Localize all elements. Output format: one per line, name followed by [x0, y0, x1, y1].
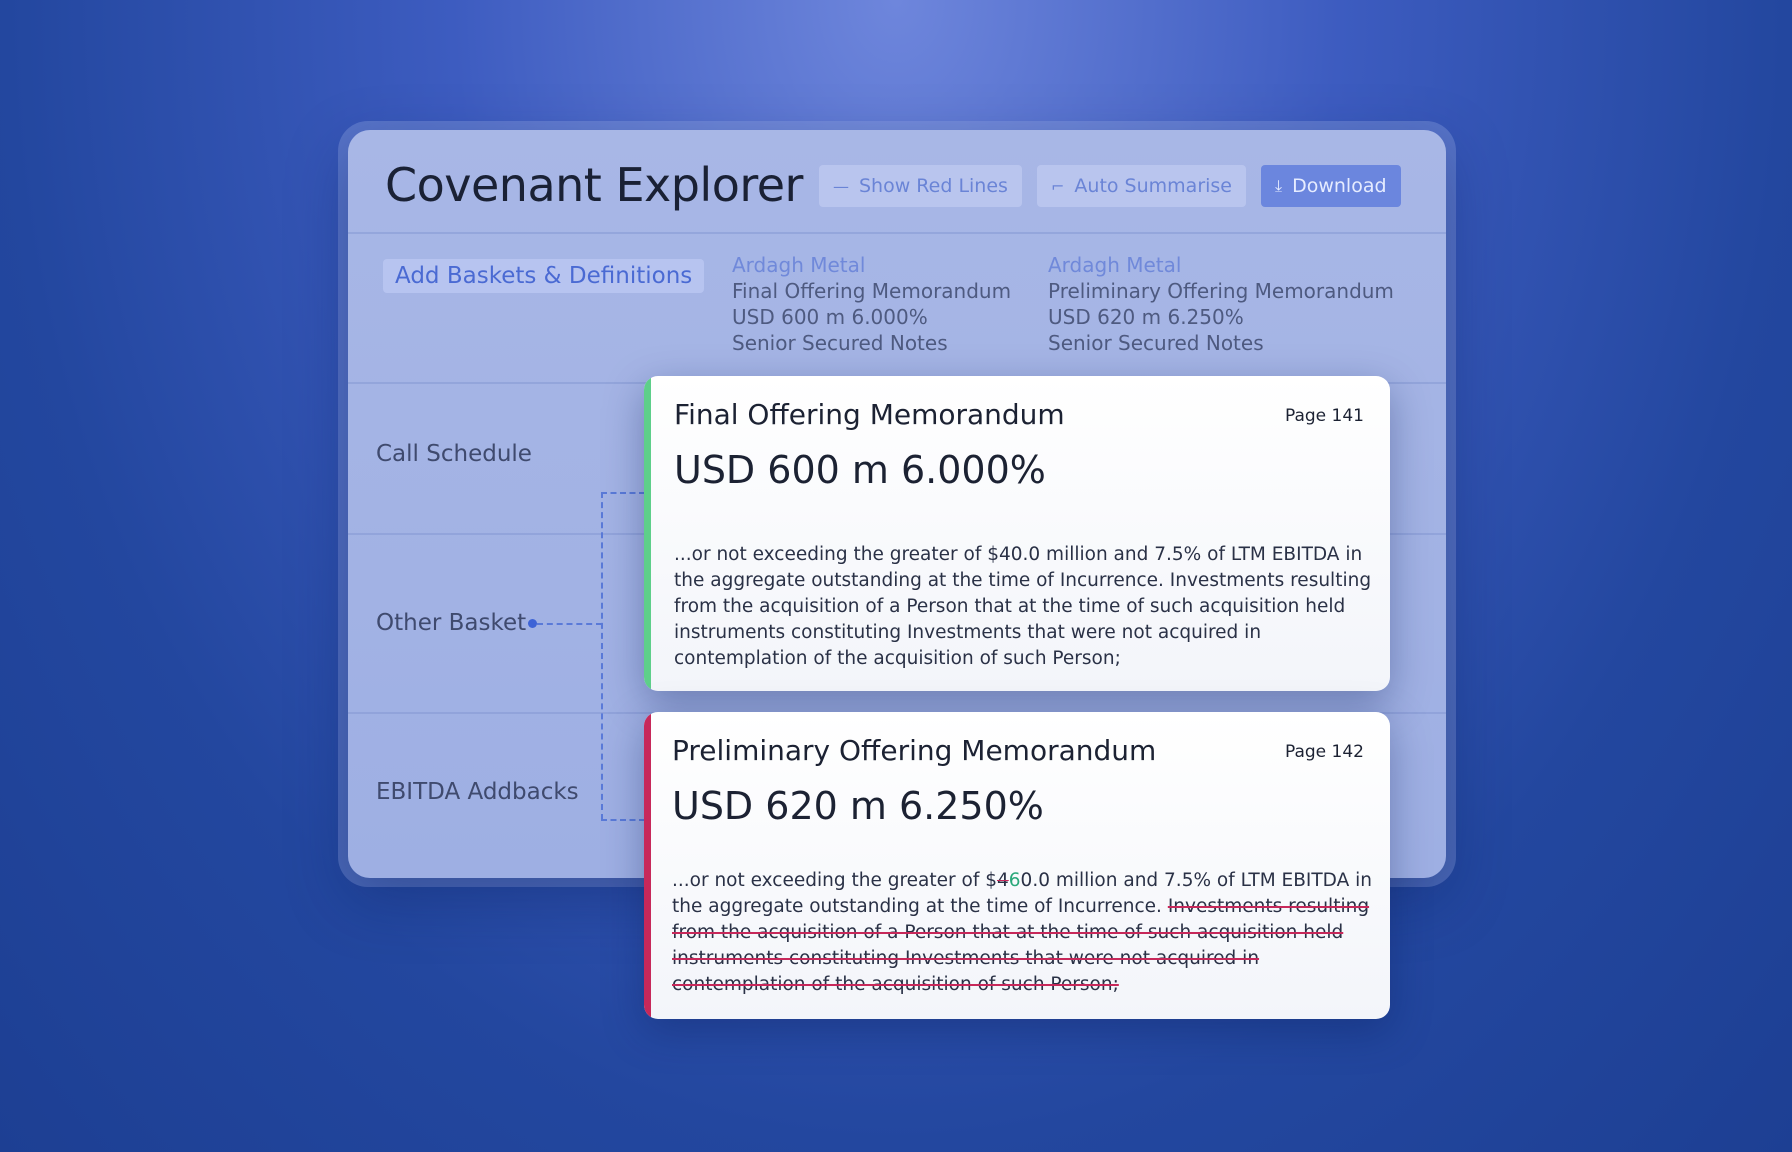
- auto-summarise-label: Auto Summarise: [1074, 175, 1233, 197]
- column-header-final: Ardagh Metal Final Offering Memorandum U…: [732, 252, 1011, 356]
- card-page[interactable]: Page 141: [1285, 406, 1364, 426]
- column-header-preliminary: Ardagh Metal Preliminary Offering Memora…: [1048, 252, 1394, 356]
- card-stripe: [644, 376, 651, 691]
- column-document: Preliminary Offering Memorandum: [1048, 279, 1394, 303]
- inserted-text: 6: [1008, 870, 1021, 891]
- connector-line: [601, 819, 645, 821]
- connector-dot: [528, 619, 537, 628]
- sparkle-icon: ⌐: [1051, 176, 1065, 196]
- card-document-title: Preliminary Offering Memorandum: [672, 734, 1157, 767]
- column-document: Final Offering Memorandum: [732, 279, 1012, 303]
- preliminary-om-card[interactable]: Preliminary Offering Memorandum Page 142…: [644, 712, 1390, 1019]
- column-notes: Senior Secured Notes: [1048, 331, 1264, 355]
- card-stripe: [644, 712, 651, 1019]
- download-icon: ⤓: [1275, 176, 1283, 195]
- add-baskets-button[interactable]: Add Baskets & Definitions: [383, 259, 705, 293]
- deleted-text: 4: [996, 870, 1009, 891]
- connector-line: [601, 492, 603, 820]
- card-page[interactable]: Page 142: [1285, 742, 1364, 762]
- connector-line: [601, 492, 645, 494]
- row-ebitda-addbacks[interactable]: EBITDA Addbacks: [376, 779, 579, 805]
- issuer-link[interactable]: Ardagh Metal: [732, 252, 1011, 278]
- divider: [348, 232, 1446, 234]
- column-notes: Senior Secured Notes: [732, 331, 948, 355]
- show-red-lines-label: Show Red Lines: [859, 175, 1008, 197]
- connector-line: [537, 623, 602, 625]
- final-om-card[interactable]: Final Offering Memorandum Page 141 USD 6…: [644, 376, 1390, 691]
- auto-summarise-button[interactable]: ⌐ Auto Summarise: [1037, 165, 1247, 207]
- issuer-link[interactable]: Ardagh Metal: [1048, 252, 1394, 278]
- card-amount: USD 620 m 6.250%: [672, 784, 1044, 828]
- page-title: Covenant Explorer: [385, 158, 803, 212]
- minus-icon: —: [833, 176, 849, 196]
- download-button[interactable]: ⤓ Download: [1261, 165, 1401, 207]
- show-red-lines-button[interactable]: — Show Red Lines: [819, 165, 1022, 207]
- card-amount: USD 600 m 6.000%: [674, 448, 1046, 492]
- card-excerpt: ...or not exceeding the greater of $40.0…: [674, 544, 1372, 669]
- download-label: Download: [1292, 175, 1387, 197]
- row-other-basket[interactable]: Other Basket: [376, 610, 526, 636]
- card-excerpt: ...or not exceeding the greater of $460.…: [672, 868, 1384, 998]
- card-document-title: Final Offering Memorandum: [674, 398, 1065, 431]
- column-amount: USD 620 m 6.250%: [1048, 305, 1244, 329]
- excerpt-text: ...or not exceeding the greater of $: [672, 870, 997, 891]
- row-call-schedule[interactable]: Call Schedule: [376, 441, 532, 467]
- column-amount: USD 600 m 6.000%: [732, 305, 928, 329]
